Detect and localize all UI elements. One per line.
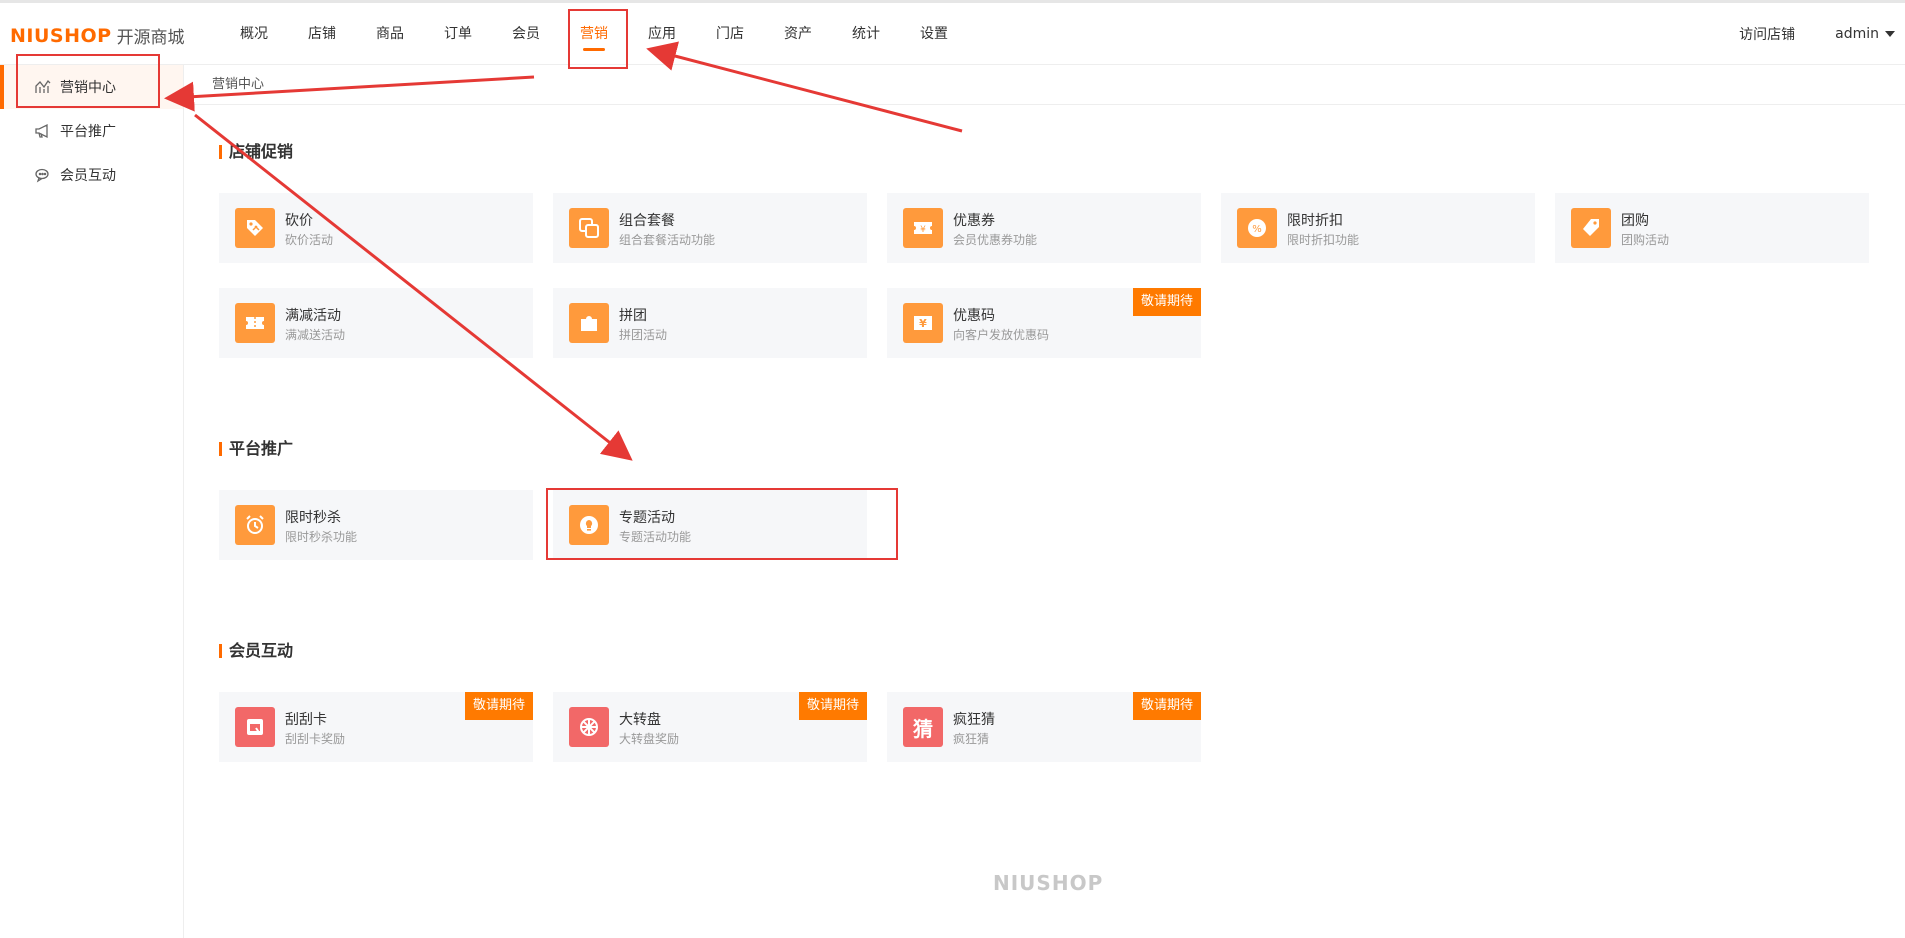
card-desc: 砍价活动	[285, 233, 334, 247]
card-crazy-guess[interactable]: 猜 疯狂猜 疯狂猜 敬请期待	[887, 692, 1201, 762]
nav-apps[interactable]: 应用	[628, 3, 696, 65]
footer-logo: NIUSHOP	[993, 871, 1104, 895]
card-title: 限时秒杀	[285, 510, 341, 526]
chat-icon	[35, 168, 49, 183]
nav-store[interactable]: 店铺	[288, 3, 356, 65]
coming-soon-badge: 敬请期待	[1132, 288, 1201, 316]
sidebar-item-label: 会员互动	[60, 168, 116, 184]
section-title-platform-promotion: 平台推广	[219, 440, 293, 458]
lightbulb-icon	[569, 505, 609, 545]
card-desc: 向客户发放优惠码	[953, 328, 1050, 342]
svg-text:¥: ¥	[920, 225, 926, 235]
card-bargain[interactable]: 砍价 砍价活动	[219, 193, 533, 263]
sidebar-item-platform-promotion[interactable]: 平台推广	[0, 109, 183, 153]
guess-icon-text: 猜	[913, 716, 933, 741]
card-bundle[interactable]: 组合套餐 组合套餐活动功能	[553, 193, 867, 263]
card-title: 大转盘	[619, 712, 661, 728]
card-flash-sale[interactable]: 限时秒杀 限时秒杀功能	[219, 490, 533, 560]
username: admin	[1835, 26, 1879, 42]
bundle-icon	[569, 208, 609, 248]
nav-orders[interactable]: 订单	[424, 3, 492, 65]
card-desc: 刮刮卡奖励	[285, 732, 346, 746]
coming-soon-badge: 敬请期待	[798, 692, 867, 720]
percent-badge-icon: %	[1237, 208, 1277, 248]
card-title: 拼团	[619, 308, 647, 324]
alarm-clock-icon	[235, 505, 275, 545]
annotation-arrows	[164, 41, 963, 461]
coming-soon-badge: 敬请期待	[1132, 692, 1201, 720]
wheel-icon	[569, 707, 609, 747]
card-topic-activity[interactable]: 专题活动 专题活动功能	[553, 490, 867, 560]
header-right: 访问店铺 admin	[1739, 3, 1905, 65]
logo-brand: NIUSHOP	[10, 24, 112, 47]
card-desc: 会员优惠券功能	[953, 233, 1038, 247]
user-menu[interactable]: admin	[1835, 26, 1895, 42]
sidebar: 营销中心 平台推广 会员互动	[0, 65, 184, 938]
main-nav: 概况 店铺 商品 订单 会员 营销 应用 门店 资产 统计 设置	[220, 3, 968, 65]
card-desc: 大转盘奖励	[619, 732, 680, 746]
card-desc: 团购活动	[1621, 233, 1670, 247]
card-title: 团购	[1621, 213, 1649, 229]
nav-marketing[interactable]: 营销	[560, 3, 628, 65]
sidebar-item-marketing-center[interactable]: 营销中心	[0, 65, 183, 109]
coming-soon-badge: 敬请期待	[464, 692, 533, 720]
scratch-card-icon	[235, 707, 275, 747]
card-desc: 满减送活动	[285, 328, 346, 342]
nav-settings[interactable]: 设置	[900, 3, 968, 65]
caret-down-icon	[1885, 31, 1895, 37]
chart-icon	[35, 79, 51, 93]
logo-subtitle: 开源商城	[116, 28, 185, 48]
card-promo-code[interactable]: ¥ 优惠码 向客户发放优惠码 敬请期待	[887, 288, 1201, 358]
card-title: 满减活动	[285, 308, 341, 324]
svg-text:%: %	[1252, 224, 1262, 235]
nav-assets[interactable]: 资产	[764, 3, 832, 65]
tag-icon	[1571, 208, 1611, 248]
card-title: 组合套餐	[619, 213, 675, 229]
price-tag-cut-icon	[235, 208, 275, 248]
nav-goods[interactable]: 商品	[356, 3, 424, 65]
card-coupon[interactable]: ¥ 优惠券 会员优惠券功能	[887, 193, 1201, 263]
card-title: 专题活动	[619, 510, 675, 526]
sidebar-item-member-interaction[interactable]: 会员互动	[0, 153, 183, 197]
top-header: NIUSHOP 开源商城 概况 店铺 商品 订单 会员 营销 应用 门店 资产 …	[0, 3, 1905, 65]
puzzle-icon	[569, 303, 609, 343]
svg-text:¥: ¥	[919, 317, 927, 330]
card-desc: 限时折扣功能	[1287, 233, 1360, 247]
card-desc: 专题活动功能	[619, 530, 692, 544]
card-title: 砍价	[285, 213, 313, 229]
card-lucky-wheel[interactable]: 大转盘 大转盘奖励 敬请期待	[553, 692, 867, 762]
card-desc: 限时秒杀功能	[285, 530, 358, 544]
card-desc: 拼团活动	[619, 328, 668, 342]
yen-ticket-icon: ¥	[903, 303, 943, 343]
nav-overview[interactable]: 概况	[220, 3, 288, 65]
nav-statistics[interactable]: 统计	[832, 3, 900, 65]
card-full-reduction[interactable]: 满减活动 满减送活动	[219, 288, 533, 358]
card-group-together[interactable]: 拼团 拼团活动	[553, 288, 867, 358]
annotation-arrow-to-card	[194, 113, 633, 461]
megaphone-icon	[35, 123, 48, 139]
sidebar-item-label: 营销中心	[60, 80, 116, 96]
breadcrumb: 营销中心	[185, 65, 1905, 105]
card-title: 优惠券	[953, 213, 995, 229]
card-desc: 疯狂猜	[953, 732, 990, 746]
card-title: 优惠码	[953, 308, 995, 324]
sidebar-item-label: 平台推广	[60, 124, 116, 140]
guess-icon: 猜	[903, 707, 943, 747]
card-limited-discount[interactable]: % 限时折扣 限时折扣功能	[1221, 193, 1535, 263]
ticket-icon	[235, 303, 275, 343]
coupon-icon: ¥	[903, 208, 943, 248]
section-title-store-promotion: 店铺促销	[219, 143, 293, 161]
card-group-buy[interactable]: 团购 团购活动	[1555, 193, 1869, 263]
card-scratch-card[interactable]: 刮刮卡 刮刮卡奖励 敬请期待	[219, 692, 533, 762]
card-title: 刮刮卡	[285, 712, 327, 728]
card-title: 疯狂猜	[953, 712, 995, 728]
nav-members[interactable]: 会员	[492, 3, 560, 65]
card-title: 限时折扣	[1287, 213, 1343, 229]
visit-store-link[interactable]: 访问店铺	[1739, 24, 1795, 44]
card-desc: 组合套餐活动功能	[619, 233, 716, 247]
section-title-member-interaction: 会员互动	[219, 642, 293, 660]
nav-stores[interactable]: 门店	[696, 3, 764, 65]
logo[interactable]: NIUSHOP 开源商城	[10, 23, 185, 49]
